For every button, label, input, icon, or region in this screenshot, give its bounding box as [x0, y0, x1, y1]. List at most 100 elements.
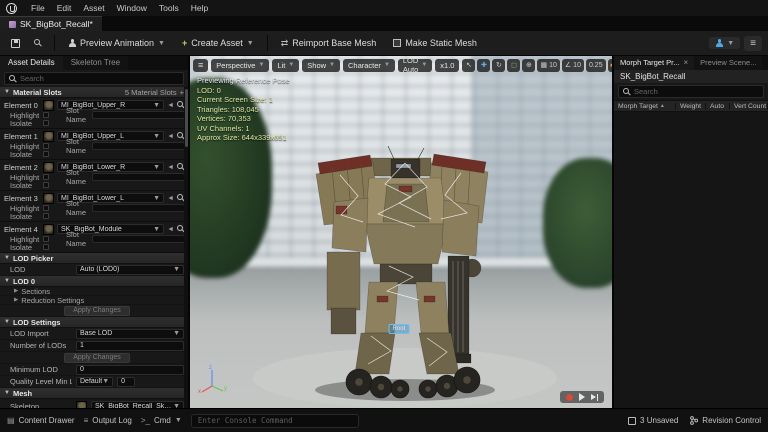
skeleton-combo[interactable]: SK_BigBot_Recall_Skeleton▼ — [91, 401, 184, 408]
playback-speed-button[interactable]: x1.0 — [435, 59, 459, 72]
character-button[interactable]: Character▼ — [343, 59, 395, 72]
tab-preview-scene[interactable]: Preview Scene... — [694, 56, 762, 70]
lod-import-combo[interactable]: Base LOD▼ — [76, 329, 184, 339]
apply-changes-button[interactable]: Apply Changes — [64, 353, 129, 363]
quality-default-combo[interactable]: Default▼ — [76, 377, 113, 387]
menu-window[interactable]: Window — [111, 0, 153, 16]
rotate-tool-button[interactable]: ↻ — [492, 59, 505, 72]
scale-tool-button[interactable]: ◻ — [507, 59, 520, 72]
content-drawer-button[interactable]: ▤ Content Drawer — [7, 416, 75, 425]
asset-details-search[interactable] — [4, 72, 184, 85]
scale-snap-button[interactable]: 0.25 — [586, 59, 606, 72]
highlight-checkbox[interactable] — [43, 112, 49, 118]
slot-name-input[interactable] — [92, 235, 185, 243]
minimum-lod-input[interactable] — [76, 365, 184, 375]
material-thumbnail[interactable] — [43, 193, 54, 204]
perspective-button[interactable]: Perspective▼ — [211, 59, 269, 72]
lod-auto-button[interactable]: LOD Auto▼ — [398, 59, 432, 72]
output-log-button[interactable]: ≡ Output Log — [84, 416, 132, 425]
category-material-slots[interactable]: ▼ Material Slots 5 Material Slots+ — [0, 87, 188, 98]
step-forward-button[interactable] — [591, 394, 599, 401]
slot-name-input[interactable] — [92, 142, 185, 150]
material-thumbnail[interactable] — [43, 162, 54, 173]
category-mesh[interactable]: ▼ Mesh — [0, 388, 188, 399]
morph-target-list[interactable] — [614, 112, 768, 408]
select-tool-button[interactable]: ↖ — [462, 59, 475, 72]
material-thumbnail[interactable] — [43, 131, 54, 142]
use-selected-icon[interactable]: ◄ — [167, 102, 174, 109]
slot-name-input[interactable] — [92, 173, 185, 181]
translate-tool-button[interactable]: ✚ — [477, 59, 490, 72]
unsaved-button[interactable]: 3 Unsaved — [628, 416, 678, 425]
menu-file[interactable]: File — [25, 0, 51, 16]
number-of-lods-input[interactable] — [76, 341, 184, 351]
column-auto[interactable]: Auto — [706, 103, 730, 110]
create-asset-button[interactable]: + Create Asset ▼ — [176, 36, 260, 50]
isolate-checkbox[interactable] — [43, 182, 49, 188]
asset-tab[interactable]: SK_BigBot_Recall* — [0, 16, 102, 31]
highlight-checkbox[interactable] — [43, 143, 49, 149]
menu-help[interactable]: Help — [185, 0, 214, 16]
save-button[interactable] — [6, 35, 24, 52]
tab-asset-details[interactable]: Asset Details — [0, 56, 63, 70]
search-input[interactable] — [20, 74, 179, 83]
morph-target-search[interactable] — [618, 85, 764, 98]
show-label: Show — [307, 61, 326, 70]
world-local-toggle[interactable]: ⊕ — [522, 59, 535, 72]
cmd-dropdown[interactable]: >_ Cmd ▼ — [141, 416, 182, 425]
editor-settings-button[interactable]: ≡ — [744, 36, 762, 51]
rotation-snap-button[interactable]: ∠10 — [562, 59, 584, 72]
use-selected-icon[interactable]: ◄ — [167, 226, 174, 233]
menu-edit[interactable]: Edit — [51, 0, 78, 16]
preview-profile-button[interactable]: ▼ — [709, 37, 740, 49]
column-vert-count[interactable]: Vert Count — [730, 103, 768, 110]
preview-animation-button[interactable]: Preview Animation ▼ — [62, 36, 171, 50]
camera-speed-button[interactable]: ▸4 — [608, 59, 612, 72]
play-button[interactable] — [579, 393, 585, 401]
search-input[interactable] — [634, 87, 759, 96]
category-lod0[interactable]: ▼ LOD 0 — [0, 276, 188, 287]
menu-asset[interactable]: Asset — [77, 0, 110, 16]
use-selected-icon[interactable]: ◄ — [167, 133, 174, 140]
tab-skeleton-tree[interactable]: Skeleton Tree — [63, 56, 128, 70]
console-command-input[interactable] — [191, 414, 359, 428]
column-morph-target[interactable]: Morph Target▲ — [614, 103, 676, 110]
material-thumbnail[interactable] — [43, 100, 54, 111]
left-panel-scrollbar[interactable] — [184, 87, 188, 408]
isolate-checkbox[interactable] — [43, 213, 49, 219]
column-weight[interactable]: Weight — [676, 103, 706, 110]
reduction-settings-expander[interactable]: ▶ Reduction Settings — [0, 296, 188, 305]
slot-name-input[interactable] — [92, 111, 185, 119]
lit-button[interactable]: Lit▼ — [272, 59, 299, 72]
menu-tools[interactable]: Tools — [153, 0, 185, 16]
highlight-checkbox[interactable] — [43, 205, 49, 211]
isolate-checkbox[interactable] — [43, 120, 49, 126]
use-selected-icon[interactable]: ◄ — [167, 195, 174, 202]
morph-target-panel: Morph Target Pr... × Preview Scene... SK… — [612, 56, 768, 408]
material-thumbnail[interactable] — [43, 224, 54, 235]
revision-control-button[interactable]: Revision Control — [690, 416, 761, 425]
isolate-checkbox[interactable] — [43, 244, 49, 250]
slot-name-input[interactable] — [92, 204, 185, 212]
make-static-mesh-button[interactable]: Make Static Mesh — [387, 36, 483, 50]
tab-morph-target-preview[interactable]: Morph Target Pr... × — [614, 56, 694, 70]
quality-min-lod-input[interactable] — [117, 377, 135, 387]
record-button[interactable] — [566, 394, 573, 401]
close-icon[interactable]: × — [683, 56, 688, 70]
browse-to-asset-button[interactable] — [29, 35, 47, 52]
use-selected-icon[interactable]: ◄ — [167, 164, 174, 171]
grid-snap-button[interactable]: ▦10 — [537, 59, 559, 72]
reimport-base-mesh-button[interactable]: ⇄ Reimport Base Mesh — [275, 36, 383, 50]
isolate-checkbox[interactable] — [43, 151, 49, 157]
viewport-options-button[interactable]: ≡ — [193, 59, 208, 72]
skeleton-thumbnail[interactable] — [76, 401, 87, 409]
lod-picker-combo[interactable]: Auto (LOD0)▼ — [76, 265, 184, 275]
highlight-checkbox[interactable] — [43, 174, 49, 180]
highlight-checkbox[interactable] — [43, 236, 49, 242]
category-lod-picker[interactable]: ▼ LOD Picker — [0, 253, 188, 264]
viewport[interactable]: ≡ Perspective▼ Lit▼ Show▼ Character▼ LOD… — [190, 56, 612, 408]
root-bone-badge[interactable]: Root — [389, 324, 410, 334]
apply-changes-button[interactable]: Apply Changes — [64, 306, 129, 316]
show-button[interactable]: Show▼ — [302, 59, 340, 72]
category-lod-settings[interactable]: ▼ LOD Settings — [0, 317, 188, 328]
